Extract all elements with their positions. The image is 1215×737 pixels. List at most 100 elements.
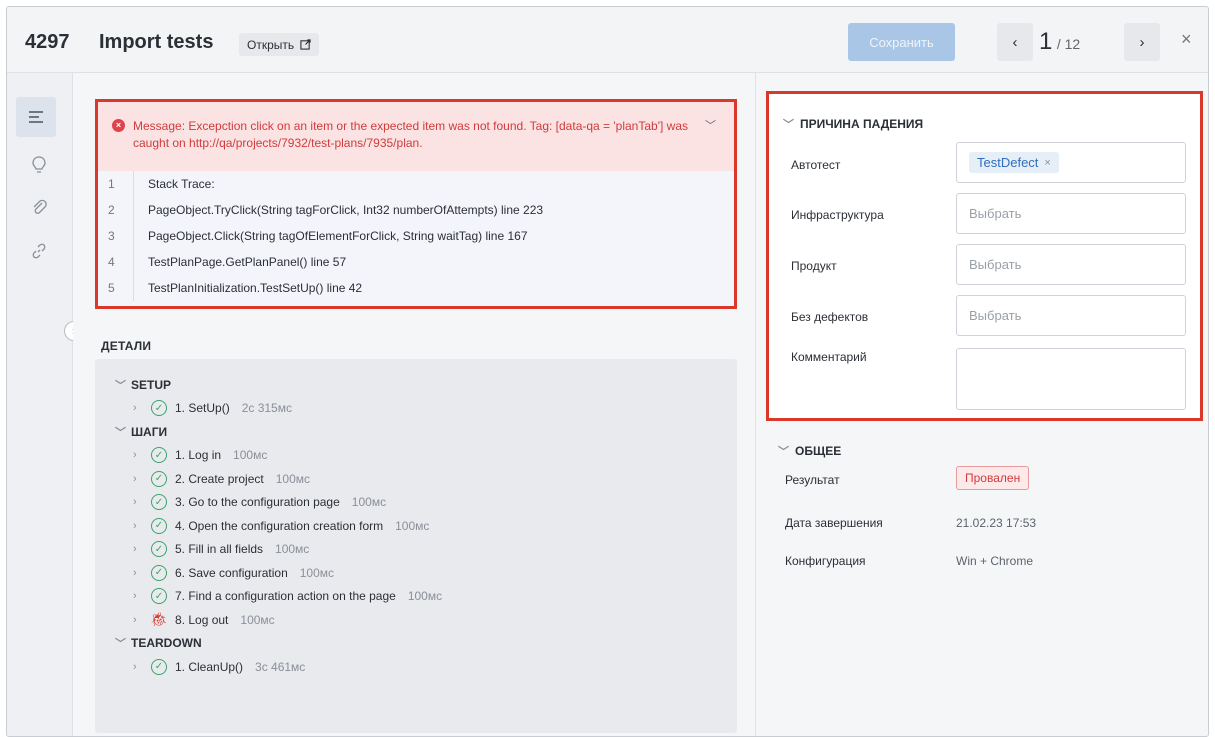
stack-trace-row: 4 TestPlanPage.GetPlanPanel() line 57 [98,249,734,275]
stack-trace-row: 1 Stack Trace: [98,171,734,197]
chevron-right-icon: › [133,472,137,485]
side-panel: ﹀ ПРИЧИНА ПАДЕНИЯ Автотест TestDefect × … [755,73,1208,736]
list-icon[interactable] [16,97,56,137]
step-label: 8. Log out [175,612,229,627]
chevron-right-icon: › [1139,33,1145,51]
chevron-down-icon: ﹀ [115,379,126,392]
check-circle-icon: ✓ [151,447,167,464]
tree-step[interactable]: › ✓ 3. Go to the configuration page 100мс [115,491,737,515]
general-title[interactable]: ﹀ ОБЩЕЕ [778,443,841,459]
link-icon[interactable] [25,237,53,265]
tree-step[interactable]: › ✓ 1. Log in 100мс [115,444,737,468]
page-current: 1 [1039,28,1053,55]
chevron-right-icon: › [133,496,137,509]
check-circle-icon: ✓ [151,470,167,487]
step-duration: 100мс [351,495,387,510]
trace-text: PageObject.Click(String tagOfElementForC… [148,229,528,243]
line-number: 4 [98,249,134,275]
chevron-left-icon: ‹ [1012,33,1018,51]
chevron-down-icon: ﹀ [115,638,126,651]
tree-step[interactable]: › ✓ 6. Save configuration 100мс [115,561,737,585]
tree-group-label: SETUP [131,377,172,392]
chevron-right-icon: › [133,590,137,603]
status-badge: Провален [956,466,1030,490]
chevron-down-icon: ﹀ [115,426,126,439]
check-circle-icon: ✓ [151,658,167,675]
step-duration: 100мс [299,565,335,580]
result-label: Результат [785,473,840,487]
trace-text: TestPlanPage.GetPlanPanel() line 57 [148,255,347,269]
check-circle-icon: ✓ [151,588,167,605]
chevron-down-icon: ﹀ [778,446,789,458]
config-value: Win + Chrome [956,554,1034,568]
infra-label: Инфраструктура [791,208,884,222]
autotest-label: Автотест [791,158,841,172]
next-button[interactable]: › [1124,23,1160,61]
line-number: 2 [98,197,134,223]
step-label: 3. Go to the configuration page [175,495,340,510]
page-title: Import tests [99,31,214,53]
open-button[interactable]: Открыть [239,33,320,56]
page-total: / 12 [1056,36,1081,52]
chevron-down-icon: ﹀ [783,119,794,131]
tree-step[interactable]: › ✓ 2. Create project 100мс [115,467,737,491]
tree-group[interactable]: ﹀ TEARDOWN [115,632,737,656]
tree-step[interactable]: › 🐞︎ 8. Log out 100мс [115,608,737,632]
save-button[interactable]: Сохранить [848,23,955,61]
product-label: Продукт [791,259,837,273]
nodefect-select[interactable]: Выбрать [956,295,1186,336]
date-label: Дата завершения [785,516,883,530]
check-circle-icon: ✓ [151,494,167,511]
chevron-right-icon: › [133,543,137,556]
tree-step[interactable]: › ✓ 7. Find a configuration action on the … [115,585,737,609]
stack-trace-row: 3 PageObject.Click(String tagOfElementFor… [98,223,734,249]
tree-group[interactable]: ﹀ SETUP [115,373,737,397]
paperclip-icon[interactable] [25,193,53,221]
chevron-down-icon[interactable]: ﹀ [705,118,716,135]
nodefect-label: Без дефектов [791,310,869,324]
tree-step[interactable]: › ✓ 5. Fill in all fields 100мс [115,538,737,562]
failure-reason-title[interactable]: ﹀ ПРИЧИНА ПАДЕНИЯ [783,116,923,132]
test-result-window: 4297 Import tests Открыть Сохранить ‹ 1 … [6,6,1209,737]
close-icon[interactable]: × [1181,29,1192,50]
lightbulb-icon[interactable] [25,151,53,179]
defect-tag: TestDefect × [969,152,1059,173]
error-message: × Message: Excepction click on an item o… [98,102,734,171]
product-select[interactable]: Выбрать [956,244,1186,285]
line-number: 3 [98,223,134,249]
step-duration: 100мс [275,542,310,557]
check-circle-icon: ✓ [151,564,167,581]
external-link-icon [300,39,311,50]
trace-text: TestPlanInitialization.TestSetUp() line … [148,281,363,295]
tree-step[interactable]: › ✓ 1. SetUp() 2с 315мс [115,397,737,421]
error-icon: × [112,119,125,132]
step-label: 6. Save configuration [175,565,288,580]
chevron-right-icon: › [133,519,137,532]
remove-tag-icon[interactable]: × [1044,157,1050,169]
autotest-select[interactable]: TestDefect × [956,142,1186,183]
step-duration: 100мс [233,448,268,463]
test-id: 4297 [25,31,70,53]
comment-field[interactable] [956,348,1186,410]
tree-step[interactable]: › ✓ 4. Open the configuration creation for… [115,514,737,538]
stack-trace-row: 5 TestPlanInitialization.TestSetUp() line… [98,275,734,301]
tree-step[interactable]: › ✓ 1. CleanUp() 3с 461мс [115,655,737,679]
step-label: 2. Create project [175,471,264,486]
step-duration: 3с 461мс [255,659,306,674]
main-content: × Message: Excepction click on an item o… [73,73,755,736]
defect-tag-label: TestDefect [977,155,1039,170]
general-title-label: ОБЩЕЕ [795,444,842,458]
left-rail [7,73,73,736]
step-label: 5. Fill in all fields [175,542,264,557]
header-bar: 4297 Import tests Открыть Сохранить ‹ 1 … [7,7,1208,73]
prev-button[interactable]: ‹ [997,23,1033,61]
chevron-right-icon: › [133,566,137,579]
step-duration: 100мс [275,471,310,486]
infra-select[interactable]: Выбрать [956,193,1186,234]
stack-trace: 1 Stack Trace: 2 PageObject.TryClick(String… [98,171,734,301]
error-panel: × Message: Excepction click on an item o… [95,99,737,309]
trace-text: Stack Trace: [148,177,215,191]
step-label: 1. Log in [175,448,222,463]
step-duration: 100мс [240,612,275,627]
tree-group[interactable]: ﹀ ШАГИ [115,420,737,444]
